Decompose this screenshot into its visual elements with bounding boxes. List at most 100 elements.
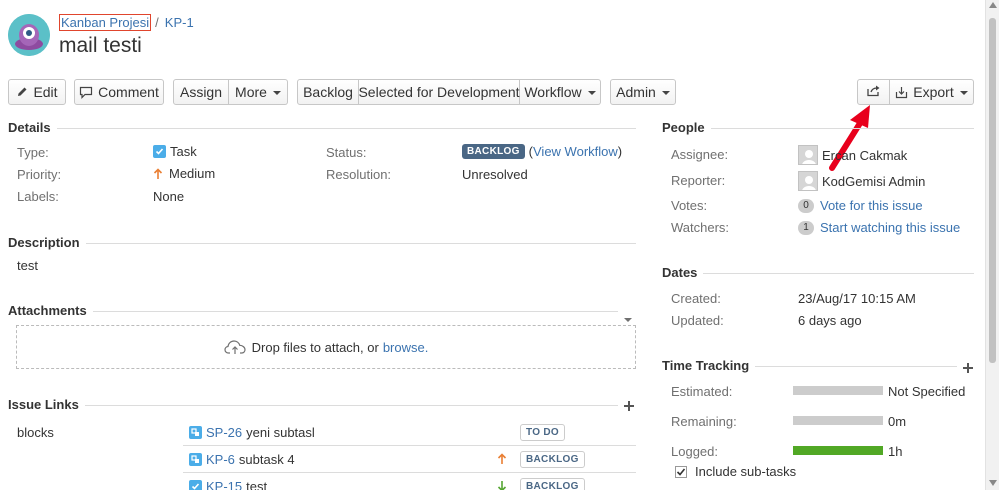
share-icon (866, 84, 881, 100)
admin-label: Admin (616, 84, 656, 100)
votes-value: 0 Vote for this issue (798, 198, 923, 213)
estimated-bar (793, 386, 883, 395)
remaining-label: Remaining: (671, 414, 737, 429)
status-lozenge: BACKLOG (462, 144, 525, 159)
backlog-transition-button[interactable]: Backlog (297, 79, 359, 105)
details-heading[interactable]: Details (8, 120, 57, 135)
linked-issue-summary: yeni subtasl (246, 424, 315, 440)
attachments-options-icon[interactable] (624, 309, 632, 325)
browse-link[interactable]: browse. (383, 340, 429, 355)
project-avatar[interactable] (8, 14, 50, 56)
backlog-label: Backlog (303, 84, 353, 100)
scroll-down-icon[interactable] (989, 480, 997, 486)
attachments-heading[interactable]: Attachments (8, 303, 93, 318)
include-subtasks-option: Include sub-tasks (675, 464, 796, 479)
status-label: Status: (326, 145, 367, 160)
cloud-upload-icon (224, 339, 246, 355)
remaining-value: 0m (888, 414, 907, 429)
view-workflow-link[interactable]: View Workflow (533, 144, 618, 159)
linked-issue-status: TO DO (520, 423, 565, 441)
pencil-icon (16, 86, 28, 98)
issue-link-row: KP-15 test BACKLOG (183, 473, 636, 490)
linked-issue-key[interactable]: KP-6 (206, 452, 235, 467)
assign-button[interactable]: Assign (173, 79, 229, 105)
scrollbar-thumb[interactable] (989, 18, 996, 363)
people-heading[interactable]: People (662, 120, 711, 135)
workflow-dropdown-button[interactable]: Workflow (520, 79, 601, 105)
estimated-label: Estimated: (671, 384, 733, 399)
selected-for-development-label: Selected for Development (358, 84, 520, 100)
type-label: Type: (17, 145, 49, 160)
export-dropdown-button[interactable]: Export (890, 79, 974, 105)
breadcrumb-project-link[interactable]: Kanban Projesi (59, 14, 152, 31)
description-text[interactable]: test (17, 258, 38, 273)
chevron-down-icon (661, 91, 670, 95)
description-divider (8, 243, 636, 244)
type-text: Task (170, 144, 197, 159)
admin-dropdown-button[interactable]: Admin (610, 79, 676, 105)
dates-heading[interactable]: Dates (662, 265, 704, 280)
assignee-label: Assignee: (671, 147, 729, 162)
chevron-down-icon (959, 91, 968, 95)
vote-link[interactable]: Vote for this issue (820, 198, 923, 213)
priority-value: Medium (153, 166, 215, 181)
edit-label: Edit (33, 84, 58, 100)
linked-issue-key[interactable]: SP-26 (206, 425, 242, 440)
speech-bubble-icon (79, 86, 93, 99)
created-label: Created: (671, 291, 721, 306)
logged-value: 1h (888, 444, 903, 459)
issue-links-divider (8, 405, 618, 406)
priority-text: Medium (169, 166, 216, 181)
issue-title[interactable]: mail testi (59, 34, 142, 58)
assign-label: Assign (179, 84, 223, 100)
arrow-down-icon (497, 480, 507, 490)
breadcrumb-issue-key-link[interactable]: KP-1 (165, 15, 194, 30)
selected-for-development-button[interactable]: Selected for Development (358, 79, 520, 105)
breadcrumb-separator: / (155, 15, 159, 30)
updated-value: 6 days ago (798, 313, 862, 328)
comment-label: Comment (98, 84, 159, 100)
resolution-value: Unresolved (462, 167, 528, 182)
linked-issue-key[interactable]: KP-15 (206, 479, 242, 490)
watch-link[interactable]: Start watching this issue (820, 220, 960, 235)
issue-link-row: KP-6 subtask 4 BACKLOG (183, 446, 636, 473)
include-subtasks-label: Include sub-tasks (695, 464, 797, 479)
created-value: 23/Aug/17 10:15 AM (798, 291, 916, 306)
labels-label: Labels: (17, 189, 59, 204)
dates-divider (662, 273, 974, 274)
status-value: BACKLOG (View Workflow) (462, 144, 622, 159)
assignee-name: Ercan Cakmak (822, 147, 908, 163)
votes-label: Votes: (671, 198, 708, 213)
type-value: Task (153, 144, 197, 159)
watchers-label: Watchers: (671, 220, 730, 235)
linked-issue-summary: subtask 4 (238, 451, 295, 467)
reporter-name: KodGemisi Admin (822, 173, 926, 189)
link-relation: blocks (17, 425, 54, 440)
comment-button[interactable]: Comment (74, 79, 164, 105)
attachments-divider (8, 311, 618, 312)
time-tracking-heading[interactable]: Time Tracking (662, 358, 756, 373)
add-link-icon[interactable] (623, 399, 635, 411)
chevron-down-icon (272, 91, 281, 95)
linked-issue-status: BACKLOG (520, 450, 585, 468)
edit-button[interactable]: Edit (8, 79, 66, 105)
watchers-value: 1 Start watching this issue (798, 220, 960, 235)
assignee-value[interactable]: Ercan Cakmak (798, 145, 907, 165)
arrow-up-icon (497, 453, 507, 465)
logged-bar (793, 446, 883, 455)
labels-value[interactable]: None (153, 189, 184, 204)
subtask-type-icon (189, 425, 202, 439)
reporter-value[interactable]: KodGemisi Admin (798, 171, 925, 191)
more-dropdown-button[interactable]: More (229, 79, 288, 105)
description-heading[interactable]: Description (8, 235, 86, 250)
scroll-up-icon[interactable] (989, 2, 997, 8)
issue-link-row: SP-26 yeni subtasl TO DO (183, 419, 636, 446)
remaining-bar (793, 416, 883, 425)
log-work-icon[interactable] (962, 361, 974, 373)
issue-links-heading[interactable]: Issue Links (8, 397, 85, 412)
include-subtasks-checkbox[interactable] (675, 465, 687, 478)
chevron-down-icon (587, 91, 596, 95)
attachment-dropzone[interactable]: Drop files to attach, or browse. (16, 325, 636, 369)
vertical-scrollbar[interactable] (985, 0, 999, 490)
linked-issue-status: BACKLOG (520, 477, 585, 490)
